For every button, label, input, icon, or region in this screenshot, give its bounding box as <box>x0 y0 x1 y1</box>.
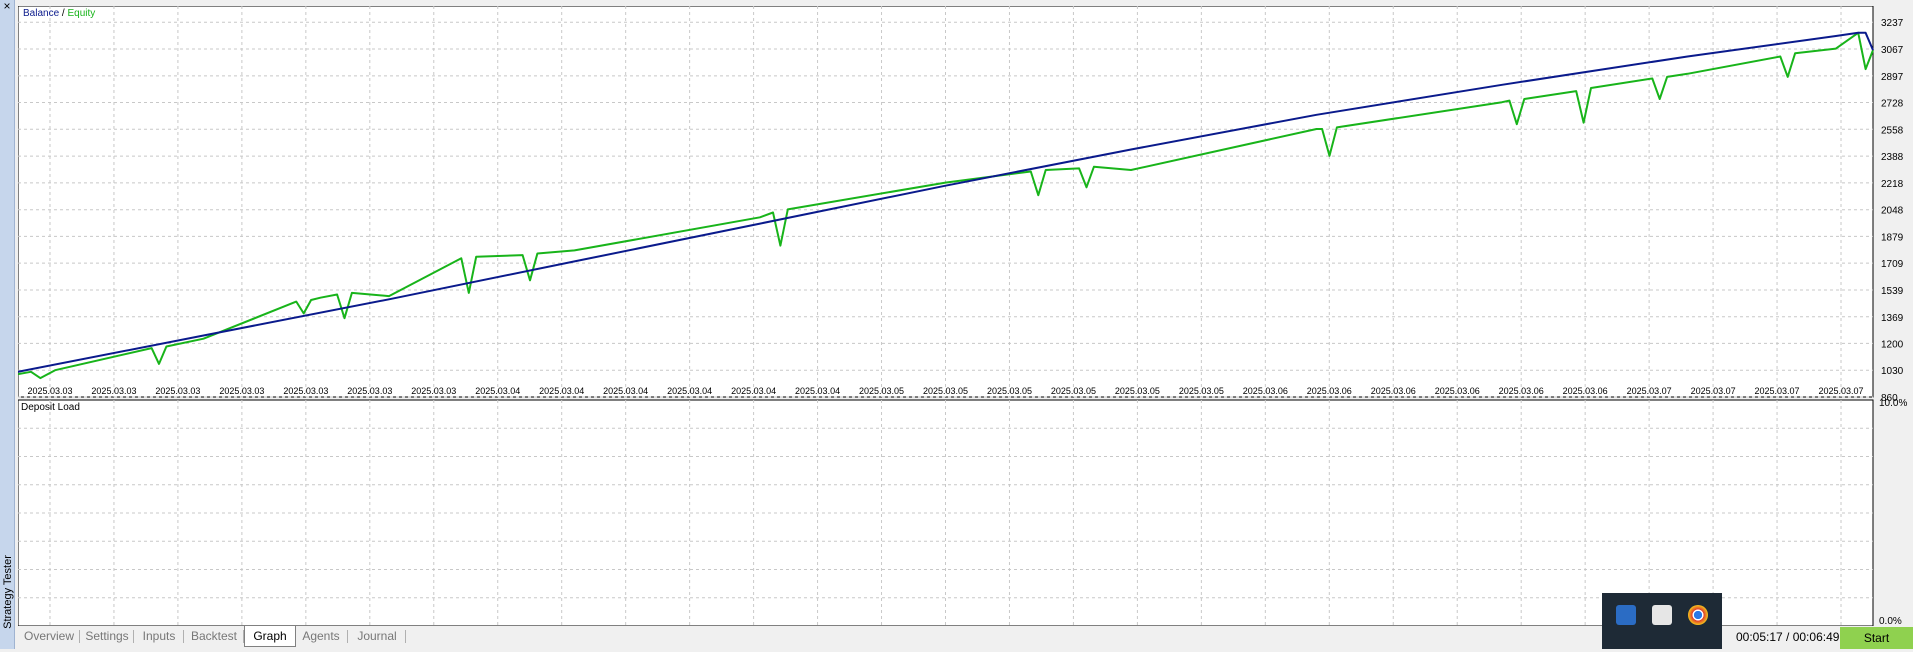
legend-separator: / <box>59 8 67 19</box>
deposit-y-tick-label: 10.0% <box>1879 398 1907 409</box>
x-tick-label: 2025.03.05 <box>987 386 1032 396</box>
x-tick-label: 2025.03.03 <box>155 386 200 396</box>
tab-settings[interactable]: Settings <box>80 626 134 646</box>
tab-graph[interactable]: Graph <box>244 626 296 647</box>
x-tick-label: 2025.03.07 <box>1627 386 1672 396</box>
x-tick-label: 2025.03.05 <box>1179 386 1224 396</box>
x-tick-label: 2025.03.04 <box>731 386 776 396</box>
y-tick-label: 2218 <box>1881 179 1904 190</box>
start-button[interactable]: Start <box>1840 627 1913 649</box>
y-tick-label: 1030 <box>1881 366 1904 377</box>
y-tick-label: 2388 <box>1881 152 1904 163</box>
graph-panel: 860 1030 1200 1369 1539 1709 1879 2048 2218 2388 2… <box>18 6 1913 626</box>
shield-icon[interactable] <box>1652 605 1672 625</box>
strategy-tester-sidebar: × Strategy Tester <box>0 0 15 649</box>
x-tick-label: 2025.03.06 <box>1563 386 1608 396</box>
tab-overview[interactable]: Overview <box>18 626 80 646</box>
y-tick-label: 1709 <box>1881 259 1904 270</box>
x-tick-label: 2025.03.07 <box>1818 386 1863 396</box>
x-tick-label: 2025.03.04 <box>603 386 648 396</box>
x-tick-label: 2025.03.04 <box>539 386 584 396</box>
x-tick-label: 2025.03.06 <box>1307 386 1352 396</box>
x-tick-label: 2025.03.04 <box>475 386 520 396</box>
sidebar-title: Strategy Tester <box>2 555 14 629</box>
y-tick-label: 1200 <box>1881 339 1904 350</box>
y-tick-label: 2728 <box>1881 98 1904 109</box>
y-tick-label: 2048 <box>1881 206 1904 217</box>
y-tick-label: 3237 <box>1881 18 1904 29</box>
x-tick-label: 2025.03.07 <box>1755 386 1800 396</box>
x-tick-label: 2025.03.03 <box>411 386 456 396</box>
x-tick-label: 2025.03.04 <box>795 386 840 396</box>
x-tick-label: 2025.03.05 <box>1051 386 1096 396</box>
x-tick-label: 2025.03.05 <box>923 386 968 396</box>
x-tick-label: 2025.03.03 <box>91 386 136 396</box>
x-tick-label: 2025.03.07 <box>1691 386 1736 396</box>
y-tick-label: 2897 <box>1881 72 1904 83</box>
x-tick-label: 2025.03.03 <box>347 386 392 396</box>
close-icon[interactable]: × <box>0 0 14 14</box>
x-tick-label: 2025.03.04 <box>667 386 712 396</box>
chrome-icon[interactable] <box>1688 605 1708 625</box>
deposit-load-title: Deposit Load <box>21 402 80 413</box>
x-tick-label: 2025.03.03 <box>27 386 72 396</box>
legend: Balance / Equity <box>23 8 95 19</box>
x-tick-label: 2025.03.05 <box>1115 386 1160 396</box>
x-tick-label: 2025.03.03 <box>283 386 328 396</box>
legend-equity: Equity <box>67 8 95 19</box>
y-tick-label: 2558 <box>1881 125 1904 136</box>
x-tick-label: 2025.03.05 <box>859 386 904 396</box>
y-tick-label: 1369 <box>1881 313 1904 324</box>
y-tick-label: 3067 <box>1881 45 1904 56</box>
deposit-y-tick-label: 0.0% <box>1879 616 1902 626</box>
tab-agents[interactable]: Agents <box>294 626 348 646</box>
balance-equity-chart: 8601030120013691539170918792048221823882… <box>18 6 1907 626</box>
app-grid-icon[interactable] <box>1616 605 1636 625</box>
tab-journal[interactable]: Journal <box>348 626 406 646</box>
y-tick-label: 1879 <box>1881 232 1904 243</box>
x-tick-label: 2025.03.03 <box>219 386 264 396</box>
test-timer: 00:05:17 / 00:06:49 <box>1736 630 1840 644</box>
x-tick-label: 2025.03.06 <box>1371 386 1416 396</box>
y-tick-label: 1539 <box>1881 286 1904 297</box>
x-tick-label: 2025.03.06 <box>1499 386 1544 396</box>
x-tick-label: 2025.03.06 <box>1243 386 1288 396</box>
x-tick-label: 2025.03.06 <box>1435 386 1480 396</box>
legend-balance: Balance <box>23 8 60 19</box>
tab-backtest[interactable]: Backtest <box>184 626 244 646</box>
tab-inputs[interactable]: Inputs <box>134 626 184 646</box>
taskbar-tray-popup <box>1602 593 1722 649</box>
